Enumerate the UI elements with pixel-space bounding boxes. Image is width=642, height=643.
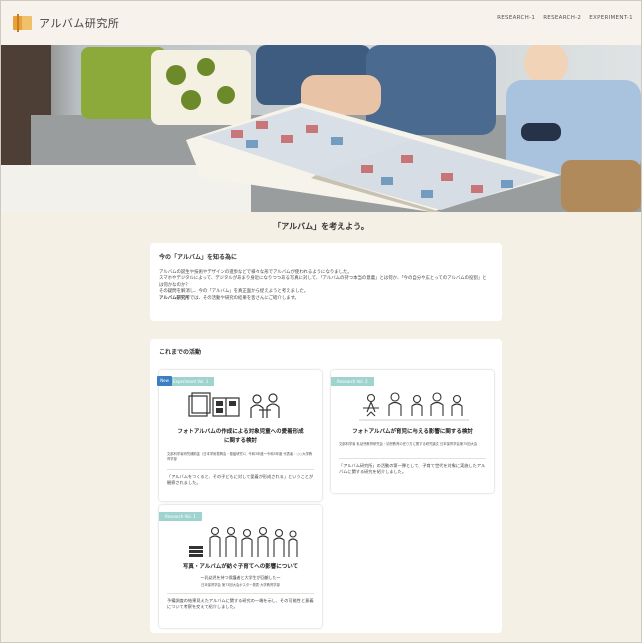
intro-card: 今の「アルバム」を知る為に アルバムの誕生や技術やデザインの進歩などで様々な形で… (150, 243, 502, 321)
research-description: 予備調査の結果見えたアルバムに関する研究の一端を示し、その可能性と意義について考… (167, 598, 314, 610)
divider (167, 469, 314, 470)
intro-line: スマホやデジタルによって、デジタルがあまり身近になりつつある写真に対して、「アル… (159, 276, 487, 288)
research-description: 「アルバムをつくると、その子どもに対して愛着が形成される」ということが観察されま… (167, 474, 314, 486)
research-meta: 文部科学省研究補助金（日本学術振興会・基盤研究C）令和3年度〜令和5年度 代表者… (167, 452, 313, 461)
research-card-research-2[interactable]: Research Vol. 2 フォトアルバムが育児に与える影響に関する検討 文… (331, 370, 494, 493)
activities-heading: これまでの活動 (159, 349, 202, 356)
research-subtitle: 〜乳幼児を持つ保護者と大学生が回顧した〜 (200, 575, 281, 580)
main-nav: RESEARCH-1 RESEARCH-2 EXPERIMENT-1 (497, 15, 633, 21)
research-tag: Research Vol. 1 (159, 512, 202, 521)
site-header: アルバム研究所 RESEARCH-1 RESEARCH-2 EXPERIMENT… (1, 1, 641, 45)
activities-section: これまでの活動 Experiment Vol. 1 New フォトアルバムの作成… (150, 339, 502, 633)
nav-experiment-1[interactable]: EXPERIMENT-1 (589, 15, 633, 21)
research-title: フォトアルバムが育児に与える影響に関する検討 (352, 429, 473, 435)
nav-research-2[interactable]: RESEARCH-2 (543, 15, 581, 21)
album-family-illustration-icon (188, 392, 280, 418)
divider (167, 593, 314, 594)
nav-research-1[interactable]: RESEARCH-1 (497, 15, 535, 21)
site-logo[interactable]: アルバム研究所 (13, 14, 119, 32)
research-card-experiment-1[interactable]: Experiment Vol. 1 New フォトアルバムの作成による対象児童へ… (157, 370, 322, 501)
intro-heading: 今の「アルバム」を知る為に (159, 254, 237, 261)
intro-body: アルバムの誕生や技術やデザインの進歩などで様々な形でアルバムが使われるようになり… (159, 270, 489, 302)
children-walking-illustration-icon (359, 392, 469, 421)
tagline: 「アルバム」を考えよう。 (273, 222, 369, 231)
research-title: フォトアルバムの作成による対象児童への愛着形成 に関する検討 (177, 429, 304, 444)
research-title: 写真・アルバムが紡ぐ子育てへの影響について (182, 564, 299, 570)
intro-strong: アルバム研究所 (159, 295, 190, 301)
research-card-research-1[interactable]: Research Vol. 1 写真・アルバムが紡ぐ子育てへの影響について 〜乳… (159, 505, 322, 628)
research-description: 「アルバム研究所」の活動の第一弾として、子育て世代を対象に実施したアルバムに関す… (339, 463, 486, 475)
hero-photo (1, 45, 641, 212)
research-tag: Research Vol. 2 (331, 377, 374, 386)
divider (339, 458, 486, 459)
family-group-illustration-icon (189, 526, 298, 557)
research-meta: 文部科学省 乳幼児教育研究会・幼児教育の在り方に関する研究論文 日本保育学会第7… (339, 442, 478, 446)
intro-line-last: アルバム研究所では、その活動や研究の結果を皆さんにご紹介します。 (159, 296, 489, 302)
logo-text: アルバム研究所 (39, 17, 120, 30)
open-book-icon (13, 14, 35, 32)
research-meta: 日本保育学会 第73回大会ポスター発表 大学教育学部 (201, 583, 280, 587)
new-badge: New (157, 376, 172, 386)
intro-last-text: では、その活動や研究の結果を皆さんにご紹介します。 (189, 295, 299, 301)
